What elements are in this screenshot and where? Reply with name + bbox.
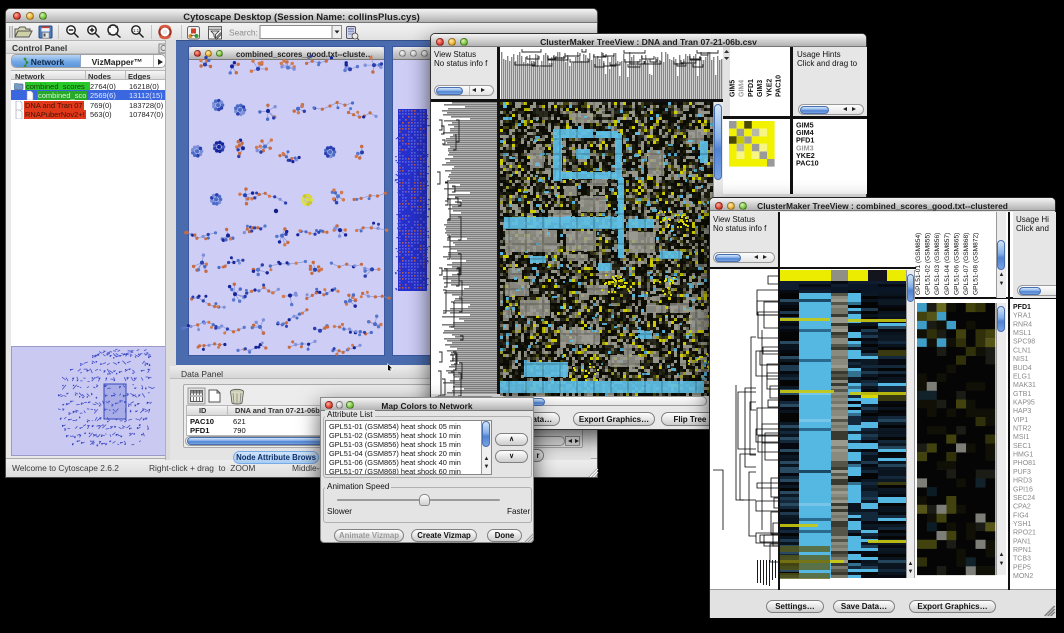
svg-text:1:1: 1:1: [133, 28, 140, 33]
svg-text:Search:: Search:: [229, 28, 258, 38]
